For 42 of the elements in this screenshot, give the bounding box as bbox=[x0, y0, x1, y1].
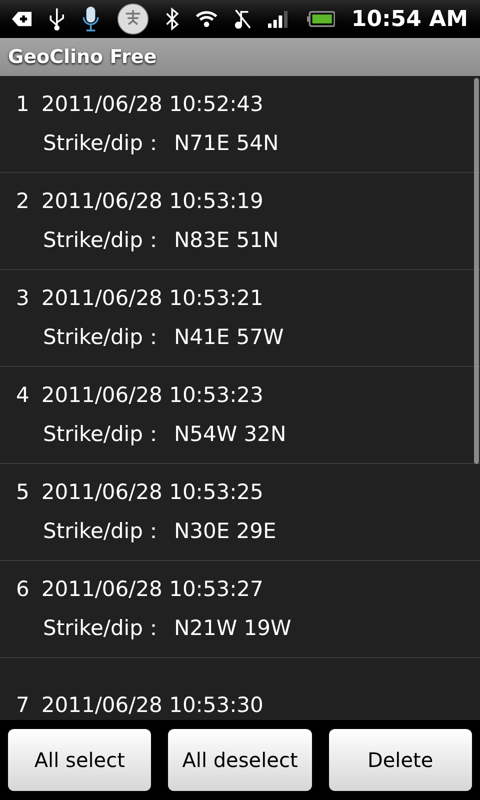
record-index: 6 bbox=[16, 576, 30, 602]
battery-icon bbox=[306, 10, 336, 28]
notification-icon bbox=[12, 10, 32, 28]
record-item[interactable]: 5 2011/06/28 10:53:25 Strike/dip： N30E 29E bbox=[0, 464, 480, 561]
action-button[interactable]: Delete bbox=[328, 729, 472, 791]
app-title: GeoClino Free bbox=[8, 44, 157, 70]
scrollbar[interactable] bbox=[474, 78, 479, 464]
strike-dip-value: N71E 54N bbox=[174, 130, 279, 157]
record-index: 4 bbox=[16, 382, 30, 408]
record-index: 1 bbox=[16, 90, 30, 118]
status-time: 10:54 AM bbox=[351, 6, 468, 34]
bluetooth-icon bbox=[164, 6, 179, 32]
strike-dip-label: Strike/dip： bbox=[43, 421, 164, 448]
strike-dip-label: Strike/dip： bbox=[43, 324, 164, 351]
microphone-icon bbox=[81, 4, 101, 34]
wifi-icon bbox=[195, 9, 218, 29]
strike-dip-value: N83E 51N bbox=[174, 227, 279, 254]
action-button[interactable]: All deselect bbox=[168, 729, 312, 791]
strike-dip-value: N41E 57W bbox=[174, 324, 284, 351]
action-button[interactable]: All select bbox=[8, 729, 152, 791]
record-index: 3 bbox=[16, 284, 30, 312]
record-timestamp: 2011/06/28 10:53:27 bbox=[41, 576, 264, 602]
strike-dip-label: Strike/dip： bbox=[43, 227, 164, 254]
strike-dip-value: N21W 19W bbox=[174, 615, 292, 642]
strike-dip-label: Strike/dip： bbox=[43, 518, 164, 545]
record-index: 7 bbox=[16, 692, 30, 720]
record-timestamp: 2011/06/28 10:53:19 bbox=[41, 188, 264, 214]
record-timestamp: 2011/06/28 10:53:25 bbox=[41, 478, 264, 506]
record-item[interactable]: 6 2011/06/28 10:53:27 Strike/dip： N21W 19W bbox=[0, 561, 480, 658]
record-timestamp: 2011/06/28 10:53:30 bbox=[41, 692, 264, 720]
record-timestamp: 2011/06/28 10:53:21 bbox=[41, 284, 264, 312]
strike-dip-label: Strike/dip： bbox=[43, 130, 164, 157]
record-index: 5 bbox=[16, 478, 30, 506]
app-icon bbox=[116, 1, 149, 37]
strike-dip-value: N30E 29E bbox=[174, 518, 276, 545]
usb-icon bbox=[48, 6, 66, 32]
record-timestamp: 2011/06/28 10:52:43 bbox=[41, 90, 264, 118]
strike-dip-label: Strike/dip： bbox=[43, 615, 164, 642]
record-timestamp: 2011/06/28 10:53:23 bbox=[41, 382, 264, 408]
muted-sound-icon bbox=[234, 7, 252, 31]
strike-dip-value: N54W 32N bbox=[174, 421, 286, 448]
record-index: 2 bbox=[16, 188, 30, 214]
